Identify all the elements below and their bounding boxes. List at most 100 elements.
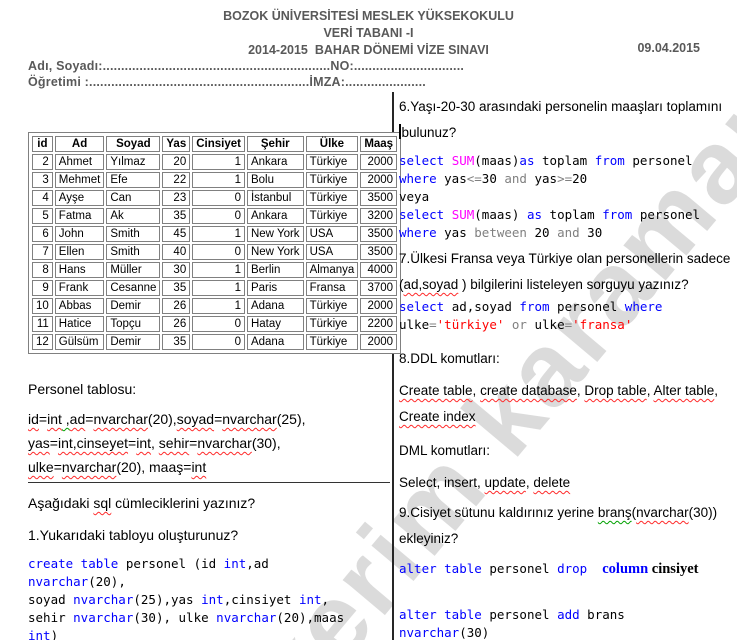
text-run: nvarchar — [93, 411, 148, 427]
table-cell: 1 — [192, 226, 245, 242]
table-cell: 26 — [162, 316, 191, 332]
text-run: 6.Yaşı-20-30 arasındaki personelin maaşl… — [399, 99, 723, 114]
table-cell: Müller — [106, 262, 161, 278]
text-run: = — [564, 317, 573, 332]
text-run: Drop table — [584, 383, 647, 398]
text-run: >= — [557, 171, 573, 186]
dml-list: Select, insert, update, delete — [399, 470, 733, 496]
text-run: (20), — [147, 411, 177, 427]
column-header: id — [32, 136, 53, 152]
text-run: int — [191, 459, 207, 475]
text-run: <= — [466, 171, 482, 186]
table-cell: 8 — [32, 262, 53, 278]
text-run: where — [624, 299, 663, 314]
table-cell: USA — [305, 226, 359, 242]
left-column: id Ad Soyad Yas Cinsiyet Şehir Ülke Maaş 2 Ahmet… — [28, 132, 402, 640]
sql-sum-query: select SUM(maas)as toplam from personel w… — [399, 152, 733, 242]
column-header: Şehir — [246, 136, 304, 152]
text-run: (maas) — [474, 153, 520, 168]
table-cell: Mehmet — [54, 172, 105, 188]
text-run: SUM — [451, 153, 475, 168]
table-cell: Smith — [106, 226, 161, 242]
table-row: 8 Hans Müller 30 1 Berlin Almanya 4000 — [32, 262, 398, 278]
text-run: ad,soyad — [451, 299, 520, 314]
text-run: from — [602, 207, 633, 222]
exam-date: 09.04.2015 — [637, 41, 700, 55]
text-run: Select, insert, — [399, 475, 485, 490]
personnel-table-wrap: id Ad Soyad Yas Cinsiyet Şehir Ülke Maaş 2 Ahmet… — [28, 132, 402, 354]
text-run: (20), maaş= — [116, 459, 192, 475]
text-run: yas — [28, 435, 50, 451]
text-run: select — [399, 153, 452, 168]
table-cell: 3500 — [360, 244, 398, 260]
table-cell: Türkiye — [305, 154, 359, 170]
text-run: (30), — [251, 435, 281, 451]
right-flow: 6.Yaşı-20-30 arasındaki personelin maaşl… — [399, 94, 733, 640]
text-run: personel — [549, 299, 625, 314]
table-cell: Paris — [246, 280, 304, 296]
text-run: create database — [480, 383, 577, 398]
table-cell: 1 — [192, 280, 245, 296]
table-cell: Türkiye — [305, 190, 359, 206]
text-run: (maas) — [474, 207, 527, 222]
table-cell: Can — [106, 190, 161, 206]
text-run: personel — [481, 561, 558, 576]
text-run: cümleciklerini yazınız? — [111, 495, 256, 511]
text-run: soyad — [176, 411, 215, 427]
table-cell: Fransa — [305, 280, 359, 296]
text-run: branş — [597, 505, 632, 520]
text-run: (25),yas — [133, 592, 202, 607]
text-run: ,cinsiyet — [223, 592, 299, 607]
text-run: Create table — [399, 383, 473, 398]
ddl-list: Create table, create database, Drop tabl… — [399, 378, 733, 430]
text-run: (20),maas — [276, 610, 345, 625]
text-run: add — [557, 607, 580, 622]
question-6: 6.Yaşı-20-30 arasındaki personelin maaşl… — [399, 94, 733, 146]
table-cell: 2000 — [360, 154, 398, 170]
text-run: = — [49, 435, 58, 451]
table-row: 5 Fatma Ak 35 0 Ankara Türkiye 3200 — [32, 208, 398, 224]
text-run: nvarchar — [197, 435, 252, 451]
table-cell: Yılmaz — [106, 154, 161, 170]
sql-create-table: create table personel (id int,ad nvarchar… — [28, 555, 390, 640]
table-cell: 4 — [32, 190, 53, 206]
text-run: yas — [444, 225, 475, 240]
table-cell: 2 — [32, 154, 53, 170]
text-run: sehir — [28, 610, 74, 625]
text-run: , — [714, 383, 719, 398]
text-run: personel — [481, 607, 558, 622]
text-run: select — [399, 299, 452, 314]
personel-table-caption: Personel tablosu: — [28, 377, 390, 401]
table-cell: 1 — [192, 172, 245, 188]
text-run: soyad — [28, 592, 74, 607]
text-run: (25), — [276, 411, 306, 427]
column-header: Yas — [162, 136, 191, 152]
table-cell: Türkiye — [305, 208, 359, 224]
text-run: and — [557, 225, 580, 240]
text-run: as — [526, 207, 543, 222]
column-header: Cinsiyet — [192, 136, 245, 152]
text-run: 'fransa' — [572, 317, 633, 332]
text-run: ) bilgilerini listeleyen sorguyu yazınız… — [458, 277, 689, 292]
text-run: and — [504, 171, 527, 186]
table-cell: Demir — [106, 334, 161, 350]
table-cell: 2200 — [360, 316, 398, 332]
table-cell: Hatice — [54, 316, 105, 332]
dml-heading: DML komutları: — [399, 438, 733, 464]
table-cell: 0 — [192, 244, 245, 260]
table-cell: 30 — [162, 262, 191, 278]
table-cell: 35 — [162, 208, 191, 224]
text-run — [504, 317, 512, 332]
table-cell: Ellen — [54, 244, 105, 260]
header-school: BOZOK ÜNİVERSİTESİ MESLEK YÜKSEKOKULU — [223, 9, 514, 23]
text-run: DML komutları: — [399, 443, 491, 458]
text-run: nvarchar — [216, 610, 277, 625]
table-cell: 4000 — [360, 262, 398, 278]
text-run: ulke — [526, 317, 565, 332]
personnel-table: id Ad Soyad Yas Cinsiyet Şehir Ülke Maaş 2 Ahmet… — [30, 134, 399, 352]
text-run: ,ad — [246, 556, 269, 571]
schema-definition: id=int ,ad=nvarchar(20),soyad=nvarchar(2… — [28, 407, 390, 479]
table-cell: 3200 — [360, 208, 398, 224]
table-cell: Türkiye — [305, 334, 359, 350]
text-run: where — [399, 171, 445, 186]
